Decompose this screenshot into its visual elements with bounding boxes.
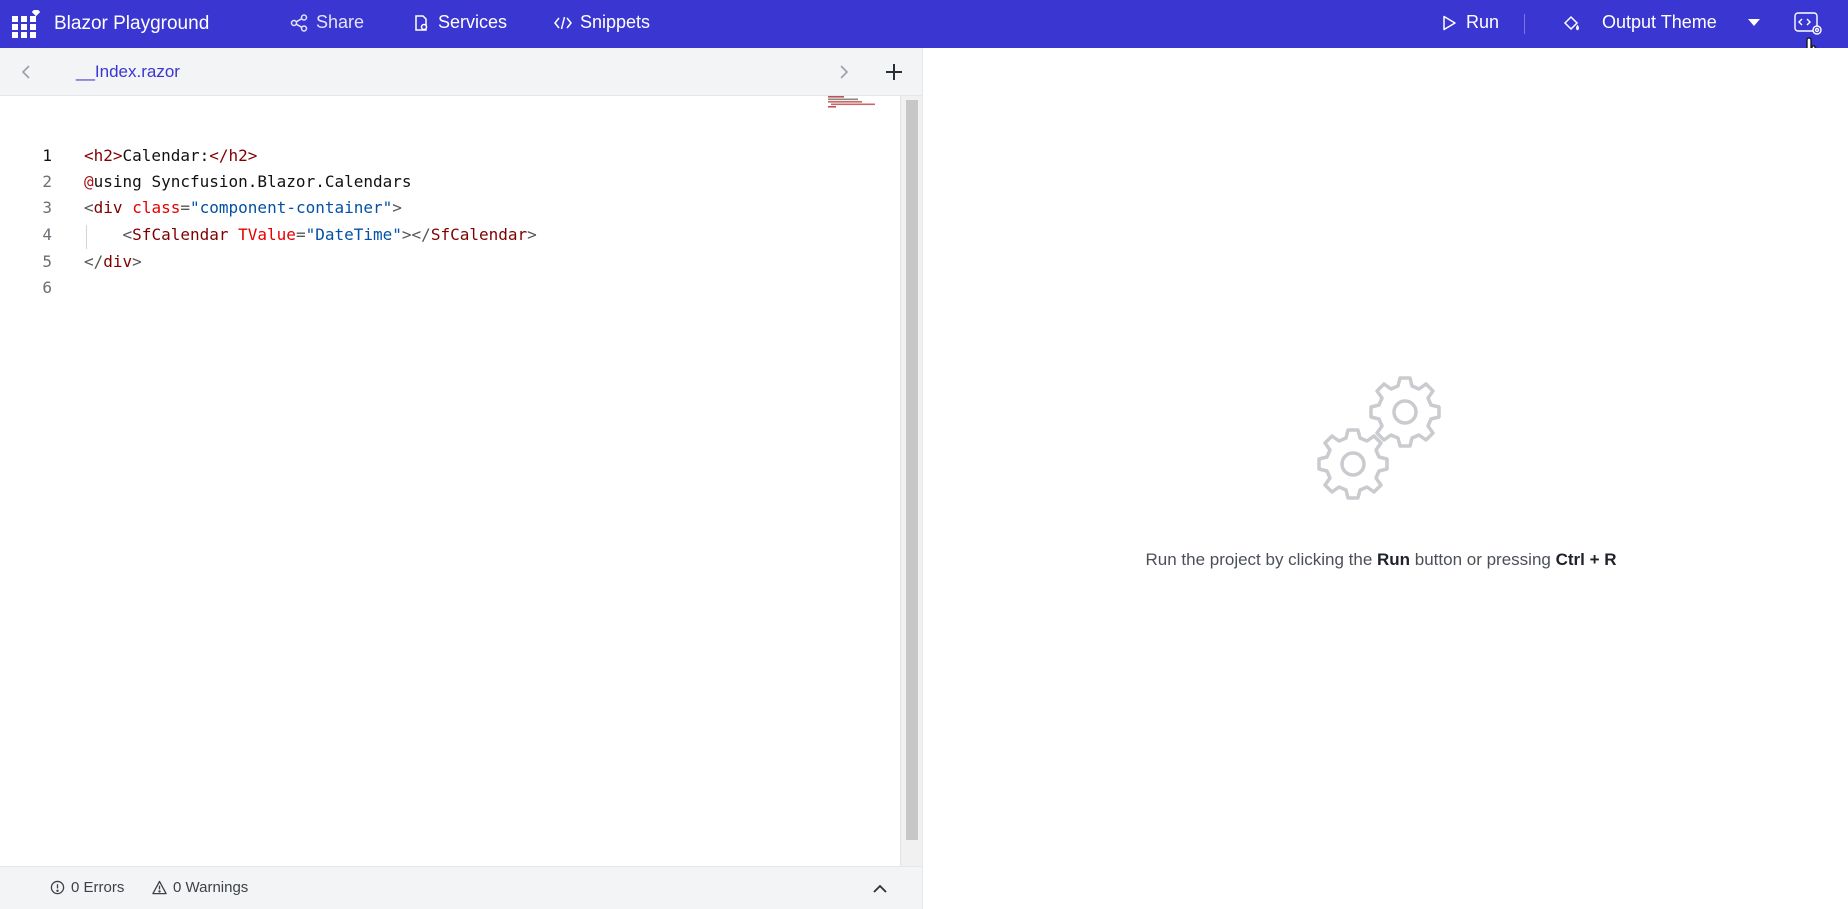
code-token: Calendar: (122, 146, 210, 165)
services-icon (415, 14, 428, 31)
header-divider (1524, 14, 1525, 34)
run-hint-run: Run (1377, 550, 1411, 569)
code-token: > (132, 252, 142, 271)
line-number: 5 (42, 252, 52, 271)
output-pane: Run the project by clicking the Run butt… (922, 48, 1848, 909)
editor-statusbar: 0 Errors 0 Warnings (0, 866, 922, 909)
snippets-button[interactable]: Snippets (554, 12, 650, 33)
warnings-indicator[interactable]: 0 Warnings (152, 879, 248, 896)
run-label: Run (1466, 12, 1500, 32)
code-minimap[interactable] (828, 96, 876, 108)
errors-indicator[interactable]: 0 Errors (50, 879, 124, 896)
code-line: </div> (84, 252, 142, 271)
share-button[interactable]: Share (290, 12, 364, 33)
code-token: @ (84, 172, 94, 191)
code-token: div (103, 252, 133, 271)
code-token: = (180, 198, 190, 217)
run-hint-shortcut: Ctrl + R (1555, 550, 1617, 569)
snippets-label: Snippets (580, 12, 651, 32)
code-token: using Syncfusion.Blazor.Calendars (93, 172, 412, 191)
app-title: Blazor Playground (54, 13, 210, 34)
line-number: 2 (42, 172, 52, 191)
app-window: Blazor Playground Share Services Snippet… (0, 0, 1848, 909)
code-token: > (527, 225, 537, 244)
code-line: <SfCalendar TValue="DateTime"></SfCalend… (84, 225, 537, 244)
output-theme-label: Output Theme (1602, 12, 1717, 32)
code-token: </ (84, 252, 104, 271)
code-token: = (295, 225, 306, 244)
line-number: 6 (42, 278, 52, 297)
code-editor[interactable]: 1 2 3 4 5 6 <h2>Calendar:</h2> @using Sy… (0, 96, 922, 866)
tab-index-razor[interactable]: __Index.razor (76, 62, 180, 82)
code-line: <div class="component-container"> (84, 198, 402, 217)
play-icon (1443, 15, 1456, 30)
run-button[interactable]: Run (1440, 12, 1499, 33)
paint-bucket-icon (1563, 15, 1579, 30)
code-token: SfCalendar (430, 225, 528, 244)
warnings-count: 0 Warnings (173, 879, 249, 896)
share-icon (290, 13, 308, 32)
editor-scrollbar-thumb[interactable] (906, 100, 918, 840)
warning-icon (152, 880, 167, 895)
code-token: </h2> (209, 146, 258, 165)
chevron-left-icon[interactable] (16, 62, 36, 82)
output-theme-dropdown[interactable]: Output Theme (1562, 12, 1717, 33)
line-number: 3 (42, 198, 52, 217)
gears-icon (1317, 376, 1441, 500)
line-number: 4 (42, 225, 52, 244)
editor-pane: __Index.razor 1 2 3 4 5 6 <h2>Calendar:<… (0, 48, 922, 909)
code-token: > (392, 198, 402, 217)
run-hint-prefix: Run the project by clicking the (1145, 550, 1377, 569)
errors-count: 0 Errors (71, 879, 125, 896)
code-icon (554, 16, 572, 29)
top-header: Blazor Playground Share Services Snippet… (0, 0, 1848, 48)
run-hint-middle: button or pressing (1410, 550, 1556, 569)
chevron-up-icon[interactable] (870, 879, 890, 899)
code-token: "component-container" (190, 198, 393, 217)
code-settings-icon[interactable] (1794, 12, 1824, 38)
code-token: ></ (401, 225, 431, 244)
line-number: 1 (42, 146, 52, 165)
code-token: "DateTime" (305, 225, 402, 244)
run-hint-text: Run the project by clicking the Run butt… (923, 550, 1839, 570)
grid-icon[interactable] (12, 10, 42, 38)
services-label: Services (438, 12, 508, 32)
services-button[interactable]: Services (412, 12, 507, 33)
code-line: <h2>Calendar:</h2> (84, 146, 257, 165)
editor-tabbar: __Index.razor (0, 48, 922, 96)
code-token: < (84, 198, 94, 217)
share-label: Share (316, 12, 365, 32)
code-token: TValue (238, 225, 296, 244)
indent-guide (86, 225, 87, 249)
code-token: class (132, 198, 181, 217)
code-token: <h2> (84, 146, 123, 165)
code-line: @using Syncfusion.Blazor.Calendars (84, 172, 412, 191)
caret-down-icon[interactable] (1748, 19, 1760, 26)
error-icon (50, 880, 65, 895)
code-token: div (93, 198, 123, 217)
code-token: < (122, 225, 133, 244)
plus-icon[interactable] (882, 60, 906, 84)
code-token: SfCalendar (132, 225, 229, 244)
chevron-right-icon[interactable] (834, 62, 854, 82)
